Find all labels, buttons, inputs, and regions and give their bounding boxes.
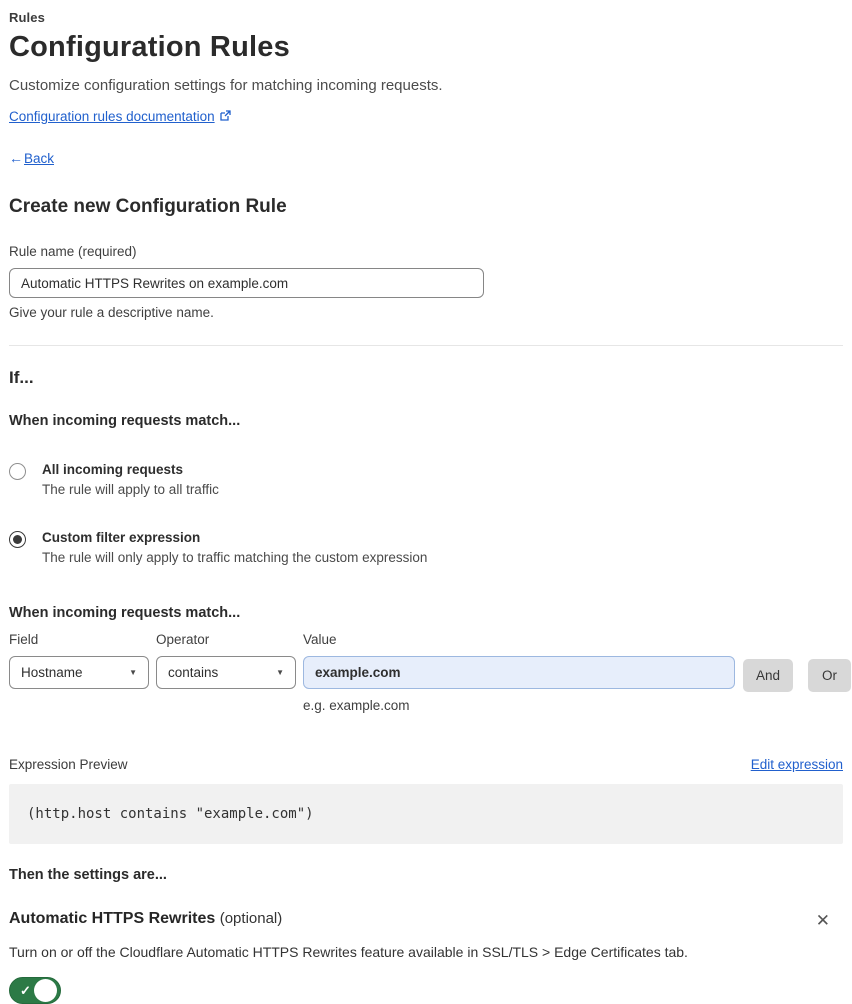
page-title: Configuration Rules — [9, 31, 290, 63]
back-link[interactable]: Back — [24, 151, 54, 166]
and-button[interactable]: And — [743, 659, 794, 692]
radio-selected-icon[interactable] — [9, 531, 26, 548]
match-heading: When incoming requests match... — [9, 413, 241, 429]
expression-code: (http.host contains "example.com") — [27, 806, 314, 822]
create-rule-title: Create new Configuration Rule — [9, 196, 287, 217]
edit-expression-link[interactable]: Edit expression — [751, 757, 843, 772]
expression-preview-row: Expression Preview Edit expression — [9, 757, 843, 772]
breadcrumb: Rules — [9, 10, 45, 25]
rule-name-input[interactable] — [9, 268, 484, 298]
value-input[interactable] — [303, 656, 735, 689]
rule-name-help: Give your rule a descriptive name. — [9, 305, 214, 320]
operator-select-value: contains — [168, 665, 219, 680]
radio-option-description: The rule will apply to all traffic — [42, 482, 219, 497]
documentation-link[interactable]: Configuration rules documentation — [9, 109, 215, 124]
if-heading: If... — [9, 368, 34, 387]
setting-card-header: Automatic HTTPS Rewrites (optional) ✕ — [9, 910, 843, 931]
chevron-down-icon: ▼ — [129, 668, 137, 677]
operator-buttons: And Or — [735, 659, 852, 692]
check-icon: ✓ — [20, 982, 31, 998]
value-column: Value e.g. example.com — [303, 632, 735, 713]
back-link-row: ←Back — [9, 150, 843, 166]
chevron-down-icon: ▼ — [276, 668, 284, 677]
operator-label: Operator — [156, 632, 210, 647]
value-label: Value — [303, 632, 337, 647]
documentation-link-row: Configuration rules documentation — [9, 108, 843, 127]
value-hint: e.g. example.com — [303, 698, 410, 713]
field-select[interactable]: Hostname ▼ — [9, 656, 149, 689]
rule-name-label: Rule name (required) — [9, 244, 137, 259]
field-label: Field — [9, 632, 39, 647]
back-arrow-icon[interactable]: ← — [9, 150, 23, 166]
radio-option-description: The rule will only apply to traffic matc… — [42, 550, 428, 565]
then-settings-heading: Then the settings are... — [9, 867, 167, 883]
page: Rules Configuration Rules Customize conf… — [9, 10, 852, 1004]
radio-unselected-icon[interactable] — [9, 463, 26, 480]
page-subtitle: Customize configuration settings for mat… — [9, 77, 443, 94]
field-select-value: Hostname — [21, 665, 83, 680]
setting-description: Turn on or off the Cloudflare Automatic … — [9, 944, 688, 960]
expression-code-block: (http.host contains "example.com") — [9, 784, 843, 844]
setting-title-text: Automatic HTTPS Rewrites — [9, 910, 216, 927]
operator-select[interactable]: contains ▼ — [156, 656, 296, 689]
external-link-icon — [219, 109, 231, 127]
field-column: Field Hostname ▼ — [9, 632, 149, 689]
setting-title: Automatic HTTPS Rewrites (optional) — [9, 910, 282, 928]
radio-option-label: All incoming requests — [42, 462, 184, 477]
radio-option-all-requests[interactable]: All incoming requests The rule will appl… — [9, 462, 843, 497]
radio-option-text: All incoming requests The rule will appl… — [42, 462, 219, 497]
toggle-knob[interactable] — [34, 979, 57, 1002]
expression-builder: Field Hostname ▼ Operator contains ▼ Val… — [9, 632, 852, 713]
radio-option-custom-filter[interactable]: Custom filter expression The rule will o… — [9, 530, 843, 565]
or-button[interactable]: Or — [808, 659, 852, 692]
close-icon[interactable]: ✕ — [812, 910, 834, 931]
operator-column: Operator contains ▼ — [156, 632, 296, 689]
radio-option-text: Custom filter expression The rule will o… — [42, 530, 427, 565]
section-divider — [9, 345, 843, 346]
setting-optional-label: (optional) — [219, 910, 283, 927]
radio-option-label: Custom filter expression — [42, 530, 201, 545]
automatic-https-rewrites-toggle[interactable]: ✓ — [9, 977, 61, 1004]
expression-preview-label: Expression Preview — [9, 757, 128, 772]
expression-builder-heading: When incoming requests match... — [9, 605, 241, 621]
